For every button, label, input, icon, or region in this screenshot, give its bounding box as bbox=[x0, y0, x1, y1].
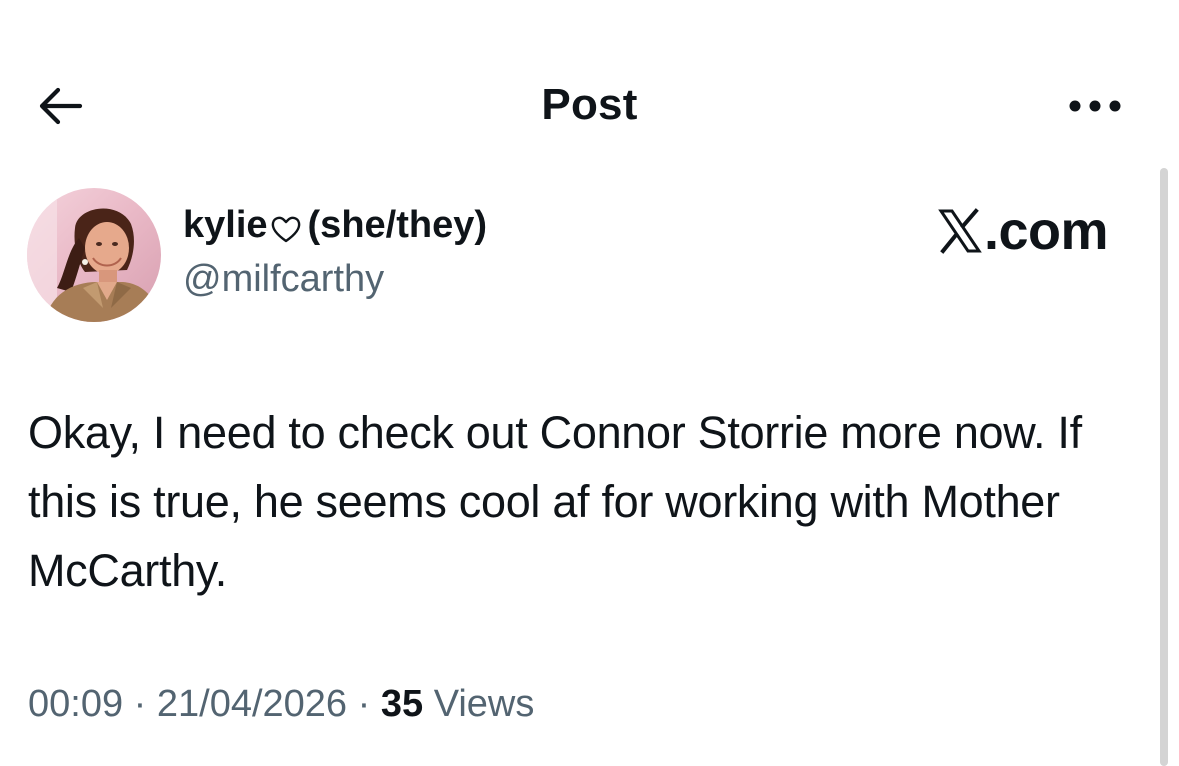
x-com-watermark: .com bbox=[938, 200, 1109, 262]
heart-outline-icon bbox=[271, 216, 300, 242]
more-horizontal-icon bbox=[1069, 100, 1121, 112]
post-meta: 00:09 · 21/04/2026 · 35 Views bbox=[28, 683, 534, 726]
user-handle[interactable]: @milfcarthy bbox=[183, 258, 384, 301]
separator: · bbox=[357, 683, 371, 725]
pronouns: (she/they) bbox=[307, 204, 488, 246]
avatar[interactable] bbox=[27, 188, 161, 322]
post-date[interactable]: 21/04/2026 bbox=[157, 683, 347, 725]
separator: · bbox=[133, 683, 147, 725]
views-label: Views bbox=[433, 683, 535, 725]
scrollbar[interactable] bbox=[1160, 168, 1168, 766]
more-button[interactable] bbox=[1060, 86, 1130, 126]
post-time[interactable]: 00:09 bbox=[28, 683, 123, 725]
views-count: 35 bbox=[380, 683, 424, 725]
post-text: Okay, I need to check out Connor Storrie… bbox=[28, 407, 1082, 596]
top-bar: Post bbox=[0, 60, 1179, 150]
page-title: Post bbox=[541, 80, 638, 129]
display-name[interactable]: kylie (she/they) bbox=[183, 204, 487, 247]
display-name-text: kylie bbox=[183, 204, 268, 246]
brand-domain: .com bbox=[984, 201, 1109, 261]
x-logo-icon bbox=[938, 208, 982, 254]
